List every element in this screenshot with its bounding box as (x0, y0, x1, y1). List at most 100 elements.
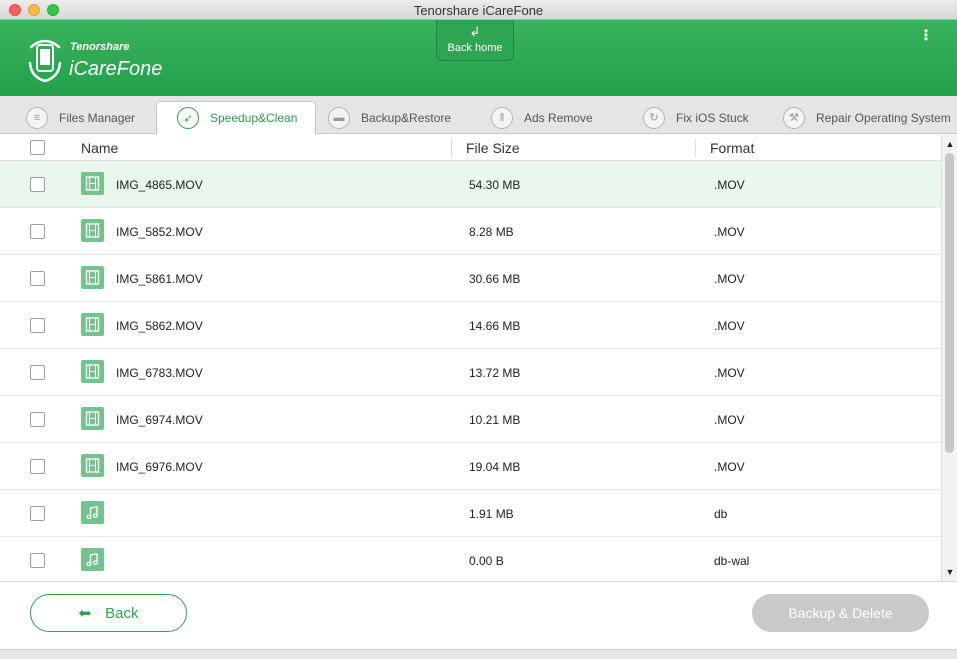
scroll-up-arrow-icon[interactable]: ▲ (945, 139, 955, 149)
file-name: IMG_6974.MOV (116, 413, 203, 427)
back-home-label: Back home (447, 42, 503, 54)
tab-ads-remove[interactable]: ‖ Ads Remove (491, 101, 593, 134)
table-row[interactable]: IMG_6974.MOV 10.21 MB .MOV (0, 396, 941, 443)
file-size: 19.04 MB (469, 460, 521, 474)
window-title: Tenorshare iCareFone (413, 3, 544, 18)
footer-bar: ⬅ Back Backup & Delete (0, 581, 957, 659)
file-size: 0.00 B (469, 554, 504, 568)
tab-files-manager[interactable]: ≡ Files Manager (26, 101, 135, 134)
row-checkbox[interactable] (30, 506, 45, 521)
tab-speedup-clean[interactable]: ➶ Speedup&Clean (156, 101, 317, 135)
tab-label: Fix iOS Stuck (676, 110, 749, 125)
video-file-icon (81, 266, 104, 289)
tab-fix-ios-stuck[interactable]: ↻ Fix iOS Stuck (643, 101, 749, 134)
column-header-size[interactable]: File Size (466, 140, 520, 156)
table-row[interactable]: IMG_5861.MOV 30.66 MB .MOV (0, 255, 941, 302)
file-size: 13.72 MB (469, 366, 521, 380)
back-home-button[interactable]: ↲ Back home (436, 20, 514, 61)
column-header-format[interactable]: Format (710, 140, 754, 156)
file-size: 54.30 MB (469, 178, 521, 192)
file-name: IMG_4865.MOV (116, 178, 203, 192)
column-divider[interactable] (451, 139, 452, 157)
files-icon: ≡ (26, 106, 48, 129)
column-header-name[interactable]: Name (81, 140, 118, 156)
tab-label: Backup&Restore (361, 110, 452, 125)
scrollbar-thumb[interactable] (945, 153, 954, 453)
file-format: .MOV (714, 225, 745, 239)
video-file-icon (81, 172, 104, 195)
video-file-icon (81, 454, 104, 477)
main-tabs: ≡ Files Manager ➶ Speedup&Clean ▬ Backup… (0, 96, 957, 135)
brand-company: Tenorshare (70, 41, 130, 53)
back-button-label: Back (105, 604, 139, 622)
file-format: .MOV (714, 413, 745, 427)
file-name: IMG_5862.MOV (116, 319, 203, 333)
backup-delete-label: Backup & Delete (788, 605, 893, 621)
row-checkbox[interactable] (30, 224, 45, 239)
window-titlebar: Tenorshare iCareFone (0, 0, 957, 20)
video-file-icon (81, 360, 104, 383)
file-format: .MOV (714, 178, 745, 192)
video-file-icon (81, 219, 104, 242)
music-note-icon (81, 501, 104, 524)
file-size: 1.91 MB (469, 507, 514, 521)
table-row[interactable]: IMG_4865.MOV 54.30 MB .MOV (0, 161, 941, 208)
table-row[interactable]: 0.00 B db-wal (0, 537, 941, 581)
row-checkbox[interactable] (30, 459, 45, 474)
folder-icon: ▬ (328, 106, 350, 129)
file-name: IMG_6976.MOV (116, 460, 203, 474)
table-row[interactable]: 1.91 MB db (0, 490, 941, 537)
file-format: .MOV (714, 272, 745, 286)
video-file-icon (81, 407, 104, 430)
file-format: db (714, 507, 728, 521)
file-size: 14.66 MB (469, 319, 521, 333)
tab-label: Ads Remove (524, 110, 593, 125)
table-header: Name File Size Format (0, 135, 941, 161)
window-bottom-edge (0, 649, 957, 659)
table-row[interactable]: IMG_5862.MOV 14.66 MB .MOV (0, 302, 941, 349)
app-header: Tenorshare iCareFone ↲ Back home • • • (0, 20, 957, 96)
tab-label: Repair Operating System (816, 110, 951, 125)
arrow-left-icon: ⬅ (78, 605, 92, 622)
file-name: IMG_6783.MOV (116, 366, 203, 380)
table-row[interactable]: IMG_5852.MOV 8.28 MB .MOV (0, 208, 941, 255)
row-checkbox[interactable] (30, 318, 45, 333)
file-size: 30.66 MB (469, 272, 521, 286)
file-name: IMG_5852.MOV (116, 225, 203, 239)
app-logo-icon (28, 39, 62, 83)
refresh-icon: ↻ (643, 106, 665, 129)
row-checkbox[interactable] (30, 177, 45, 192)
file-format: db-wal (714, 554, 750, 568)
file-size: 8.28 MB (469, 225, 514, 239)
menu-icon[interactable]: • • • (922, 25, 930, 45)
file-list: IMG_4865.MOV 54.30 MB .MOV IMG_5852.MOV … (0, 161, 941, 581)
column-divider[interactable] (695, 139, 696, 157)
row-checkbox[interactable] (30, 271, 45, 286)
row-checkbox[interactable] (30, 412, 45, 427)
file-format: .MOV (714, 319, 745, 333)
tab-label: Files Manager (59, 110, 136, 125)
file-format: .MOV (714, 366, 745, 380)
select-all-checkbox[interactable] (30, 140, 45, 155)
return-icon: ↲ (469, 24, 481, 39)
video-file-icon (81, 313, 104, 336)
back-button[interactable]: ⬅ Back (30, 594, 187, 632)
tab-label: Speedup&Clean (210, 111, 298, 125)
scroll-down-arrow-icon[interactable]: ▼ (945, 567, 955, 577)
music-note-icon (81, 548, 104, 571)
vertical-scrollbar[interactable]: ▲ ▼ (941, 135, 957, 581)
table-row[interactable]: IMG_6783.MOV 13.72 MB .MOV (0, 349, 941, 396)
file-name: IMG_5861.MOV (116, 272, 203, 286)
file-size: 10.21 MB (469, 413, 521, 427)
row-checkbox[interactable] (30, 365, 45, 380)
brand-product: iCareFone (69, 58, 163, 80)
backup-delete-button[interactable]: Backup & Delete (752, 594, 929, 632)
wrench-icon: ⚒ (783, 106, 805, 129)
file-format: .MOV (714, 460, 745, 474)
tab-backup-restore[interactable]: ▬ Backup&Restore (328, 101, 451, 134)
tab-repair-operating-system[interactable]: ⚒ Repair Operating System (783, 101, 951, 134)
trash-icon: ‖ (491, 106, 513, 129)
rocket-icon: ➶ (177, 107, 199, 129)
table-row[interactable]: IMG_6976.MOV 19.04 MB .MOV (0, 443, 941, 490)
row-checkbox[interactable] (30, 553, 45, 568)
